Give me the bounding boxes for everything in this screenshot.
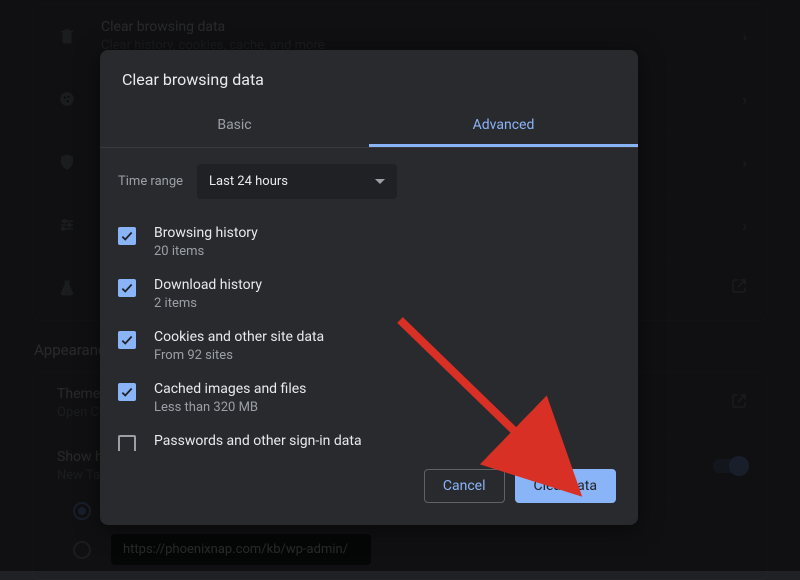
option-cached[interactable]: Cached images and files Less than 320 MB (118, 373, 620, 425)
clear-data-button[interactable]: Clear data (515, 469, 616, 503)
tab-advanced[interactable]: Advanced (369, 105, 638, 147)
cancel-button[interactable]: Cancel (424, 469, 505, 503)
checkbox[interactable] (118, 279, 136, 297)
dialog-title: Clear browsing data (100, 50, 638, 105)
clear-browsing-data-dialog: Clear browsing data Basic Advanced Time … (100, 50, 638, 525)
option-cookies[interactable]: Cookies and other site data From 92 site… (118, 321, 620, 373)
option-sublabel: 20 items (154, 244, 258, 259)
option-passwords[interactable]: Passwords and other sign-in data None (118, 425, 620, 451)
option-sublabel: From 92 sites (154, 348, 324, 363)
time-range-label: Time range (118, 174, 183, 189)
option-sublabel: Less than 320 MB (154, 400, 306, 415)
time-range-select[interactable]: Last 24 hours (197, 164, 397, 199)
option-label: Cookies and other site data (154, 329, 324, 345)
checkbox[interactable] (118, 435, 136, 451)
option-download-history[interactable]: Download history 2 items (118, 269, 620, 321)
dialog-tabs: Basic Advanced (100, 105, 638, 148)
checkbox[interactable] (118, 227, 136, 245)
dialog-footer: Cancel Clear data (100, 451, 638, 525)
chevron-down-icon (375, 179, 385, 184)
dialog-body[interactable]: Time range Last 24 hours Browsing histor… (100, 148, 638, 451)
option-label: Cached images and files (154, 381, 306, 397)
option-label: Browsing history (154, 225, 258, 241)
tab-basic[interactable]: Basic (100, 105, 369, 147)
checkbox[interactable] (118, 383, 136, 401)
checkbox[interactable] (118, 331, 136, 349)
option-sublabel: 2 items (154, 296, 262, 311)
option-browsing-history[interactable]: Browsing history 20 items (118, 217, 620, 269)
option-label: Download history (154, 277, 262, 293)
select-value: Last 24 hours (209, 174, 288, 189)
option-label: Passwords and other sign-in data (154, 433, 362, 449)
